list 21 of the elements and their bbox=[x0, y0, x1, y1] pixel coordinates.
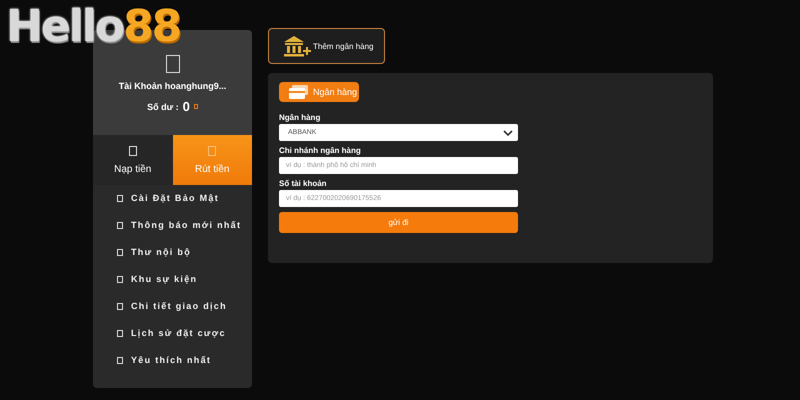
square-icon bbox=[166, 55, 180, 73]
menu-item[interactable]: Yêu thích nhất bbox=[117, 353, 252, 367]
balance-label: Số dư : bbox=[147, 102, 179, 112]
menu-item[interactable]: Khu sự kiện bbox=[117, 272, 252, 286]
square-icon bbox=[194, 104, 198, 109]
add-bank-button[interactable]: Thêm ngân hàng bbox=[268, 28, 385, 64]
field-label: Số tài khoản bbox=[279, 179, 328, 188]
account-name: Tài Khoản hoanghung9... bbox=[118, 81, 226, 91]
bank-plus-icon bbox=[283, 35, 311, 57]
menu-item[interactable]: Thông báo mới nhất bbox=[117, 218, 252, 232]
balance-value: 0 bbox=[182, 99, 190, 114]
menu-item[interactable]: Lịch sử đặt cược bbox=[117, 326, 252, 340]
logo: Hello88 bbox=[6, 2, 180, 52]
menu-item[interactable]: Chi tiết giao dịch bbox=[117, 299, 252, 313]
field-label: Chi nhánh ngân hàng bbox=[279, 146, 362, 155]
card-icon bbox=[289, 85, 309, 99]
menu-item[interactable]: Cài Đặt Bảo Mật bbox=[117, 191, 252, 205]
chevron-down-icon bbox=[503, 130, 513, 136]
menu-item[interactable]: Thư nội bộ bbox=[117, 245, 252, 259]
tab[interactable]: Nạp tiền bbox=[93, 135, 172, 185]
field-label: Ngân hàng bbox=[279, 113, 322, 122]
